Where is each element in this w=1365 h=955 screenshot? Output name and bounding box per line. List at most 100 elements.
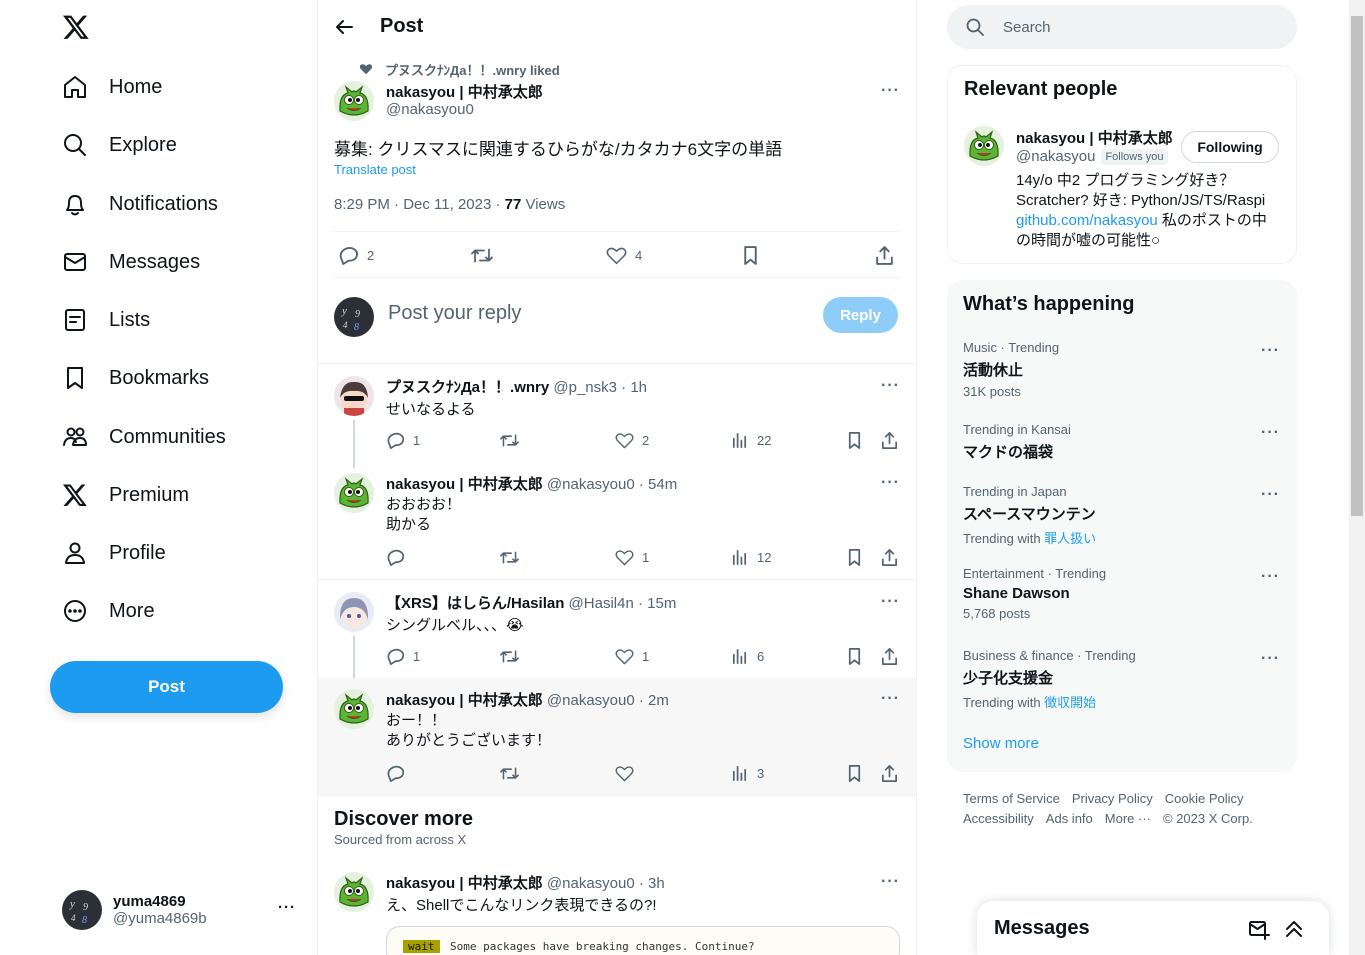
like-button[interactable]: 2 — [615, 431, 649, 450]
nav-premium[interactable]: Premium — [62, 475, 189, 515]
trend-item[interactable]: Entertainment · Trending Shane Dawson 5,… — [963, 566, 1283, 621]
scrollbar-thumb[interactable] — [1351, 16, 1363, 516]
author-handle[interactable]: @nakasyou0 — [386, 101, 474, 118]
x-logo-icon[interactable] — [62, 13, 90, 41]
reply-author[interactable]: 【XRS】はしらん/Hasilan — [386, 595, 564, 612]
reply-avatar[interactable] — [334, 376, 374, 416]
nav-notifications[interactable]: Notifications — [62, 184, 218, 224]
like-button[interactable]: 1 — [615, 647, 649, 666]
nav-messages[interactable]: Messages — [62, 242, 200, 282]
bio-link[interactable]: github.com/nakasyou — [1016, 212, 1158, 229]
more-icon[interactable]: ··· — [881, 593, 900, 611]
more-icon[interactable]: ··· — [1261, 650, 1280, 668]
reply-button[interactable] — [386, 764, 405, 783]
reply-avatar[interactable] — [334, 473, 374, 513]
repost-button[interactable] — [500, 431, 519, 450]
repost-button[interactable] — [500, 647, 519, 666]
footer-link[interactable]: Cookie Policy — [1165, 791, 1244, 806]
reply-submit-button[interactable]: Reply — [823, 297, 898, 333]
bookmark-button[interactable] — [845, 431, 864, 450]
author-name[interactable]: nakasyou | 中村承太郎 — [386, 81, 543, 102]
person-avatar[interactable] — [964, 126, 1004, 166]
footer-link[interactable]: Ads info — [1046, 811, 1093, 826]
reply-author[interactable]: nakasyou | 中村承太郎 — [386, 476, 543, 493]
reply-avatar[interactable] — [334, 689, 374, 729]
views-button[interactable]: 22 — [730, 431, 771, 450]
more-icon[interactable]: ··· — [1261, 568, 1280, 586]
bookmark-button[interactable] — [845, 764, 864, 783]
reply-input[interactable]: Post your reply — [388, 302, 521, 325]
expand-icon[interactable] — [1283, 918, 1305, 940]
more-icon[interactable]: ··· — [881, 377, 900, 395]
post-button[interactable]: Post — [50, 661, 283, 713]
reply-button[interactable]: 2 — [338, 245, 374, 266]
nav-bookmarks[interactable]: Bookmarks — [62, 358, 209, 398]
share-button[interactable] — [880, 647, 899, 666]
bookmark-button[interactable] — [845, 548, 864, 567]
person-name[interactable]: nakasyou | 中村承太郎 — [1016, 127, 1173, 148]
trend-item[interactable]: Trending in Japan スペースマウンテン Trending wit… — [963, 484, 1283, 547]
discover-avatar[interactable] — [334, 872, 374, 912]
trend-item[interactable]: Trending in Kansai マクドの福袋 ··· — [963, 422, 1283, 462]
repost-button[interactable] — [500, 764, 519, 783]
nav-more[interactable]: More — [62, 591, 155, 631]
reply-button[interactable] — [386, 548, 405, 567]
nav-explore[interactable]: Explore — [62, 125, 177, 165]
more-icon[interactable]: ··· — [881, 474, 900, 492]
footer-link[interactable]: Terms of Service — [963, 791, 1060, 806]
trend-item[interactable]: Music · Trending 活動休止 31K posts ··· — [963, 340, 1283, 399]
repost-button[interactable] — [500, 548, 519, 567]
trend-item[interactable]: Business & finance · Trending 少子化支援金 Tre… — [963, 648, 1283, 711]
new-message-icon[interactable] — [1248, 918, 1270, 940]
trend-link[interactable]: 罪人扱い — [1044, 531, 1096, 546]
discover-author[interactable]: nakasyou | 中村承太郎 — [386, 875, 543, 892]
views-button[interactable]: 6 — [730, 647, 764, 666]
more-icon[interactable]: ··· — [1261, 486, 1280, 504]
more-icon[interactable]: ··· — [1261, 424, 1280, 442]
account-switcher[interactable]: yuma4869 @yuma4869b ··· — [62, 888, 302, 932]
more-icon[interactable]: ··· — [881, 82, 900, 100]
reply-avatar[interactable] — [334, 592, 374, 632]
following-button[interactable]: Following — [1181, 131, 1279, 163]
views-button[interactable]: 12 — [730, 548, 771, 567]
back-arrow-icon[interactable] — [334, 17, 354, 37]
more-icon[interactable]: ··· — [881, 690, 900, 708]
share-button[interactable] — [880, 548, 899, 567]
bookmark-button[interactable] — [845, 647, 864, 666]
scrollbar[interactable] — [1349, 0, 1365, 955]
nav-communities[interactable]: Communities — [62, 417, 226, 457]
like-button[interactable]: 1 — [615, 548, 649, 567]
repost-button[interactable] — [471, 245, 493, 266]
trend-link[interactable]: 徴収開始 — [1044, 695, 1096, 710]
reply-author[interactable]: プヌスクﾅﾝДа！！.wnry — [386, 379, 549, 396]
nav-lists[interactable]: Lists — [62, 300, 150, 340]
nav-home[interactable]: Home — [62, 67, 162, 107]
more-icon[interactable]: ··· — [881, 873, 900, 891]
timestamp[interactable]: 8:29 PM · Dec 11, 2023 · — [334, 196, 505, 213]
share-button[interactable] — [880, 431, 899, 450]
author-avatar[interactable] — [334, 81, 374, 121]
reply-button[interactable]: 1 — [386, 647, 420, 666]
like-count: 4 — [635, 248, 643, 263]
reply-button[interactable]: 1 — [386, 431, 420, 450]
discover-media[interactable]: wait Some packages have breaking changes… — [386, 926, 900, 955]
search-input[interactable]: Search — [947, 5, 1297, 49]
share-button[interactable] — [880, 764, 899, 783]
reply-author[interactable]: nakasyou | 中村承太郎 — [386, 692, 543, 709]
show-more-link[interactable]: Show more — [963, 735, 1039, 752]
bio-text: 私のポストの中 — [1157, 212, 1267, 229]
like-button[interactable]: 4 — [606, 245, 642, 266]
footer-link[interactable]: More ··· — [1105, 811, 1151, 826]
nav-profile[interactable]: Profile — [62, 533, 166, 573]
messages-drawer[interactable]: Messages — [977, 901, 1329, 955]
heart-icon — [606, 247, 627, 265]
translate-link[interactable]: Translate post — [334, 162, 416, 177]
footer-link[interactable]: Accessibility — [963, 811, 1034, 826]
person-handle[interactable]: @nakasyou — [1016, 148, 1095, 165]
share-button[interactable] — [874, 245, 895, 266]
views-button[interactable]: 3 — [730, 764, 764, 783]
bookmark-button[interactable] — [740, 245, 761, 266]
more-icon[interactable]: ··· — [1261, 342, 1280, 360]
like-button[interactable] — [615, 764, 634, 783]
footer-link[interactable]: Privacy Policy — [1072, 791, 1153, 806]
